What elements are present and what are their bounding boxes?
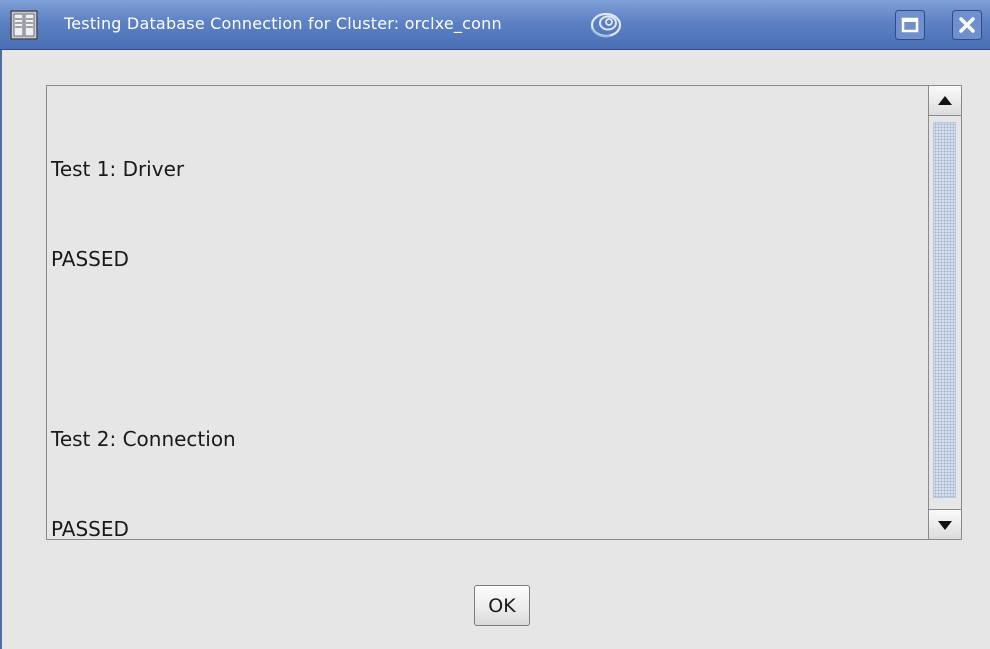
ok-button[interactable]: OK <box>474 585 530 626</box>
test-connection-dialog: Testing Database Connection for Cluster:… <box>0 0 990 649</box>
maximize-icon <box>895 10 925 40</box>
test-results-text: Test 1: Driver PASSED Test 2: Connection… <box>51 94 921 604</box>
close-button[interactable] <box>952 10 982 40</box>
result-line <box>51 334 921 364</box>
result-line: PASSED <box>51 247 129 271</box>
test-results-textarea[interactable]: Test 1: Driver PASSED Test 2: Connection… <box>46 85 962 541</box>
maximize-button[interactable] <box>895 10 925 40</box>
scroll-up-button[interactable] <box>929 86 961 116</box>
compiz-swirl-icon <box>588 8 624 42</box>
arrow-up-icon <box>938 96 952 105</box>
scroll-down-button[interactable] <box>929 509 961 539</box>
database-app-icon[interactable] <box>10 10 38 40</box>
vertical-scrollbar[interactable] <box>928 86 961 539</box>
arrow-down-icon <box>938 521 952 530</box>
result-line: Test 1: Driver <box>51 157 185 181</box>
scroll-thumb[interactable] <box>933 122 956 498</box>
close-icon <box>952 10 982 40</box>
result-line: Test 2: Connection <box>51 427 236 451</box>
window-title: Testing Database Connection for Cluster:… <box>64 14 502 33</box>
window-border <box>0 50 9 649</box>
result-line: PASSED <box>51 517 129 541</box>
title-bar[interactable]: Testing Database Connection for Cluster:… <box>0 0 990 50</box>
